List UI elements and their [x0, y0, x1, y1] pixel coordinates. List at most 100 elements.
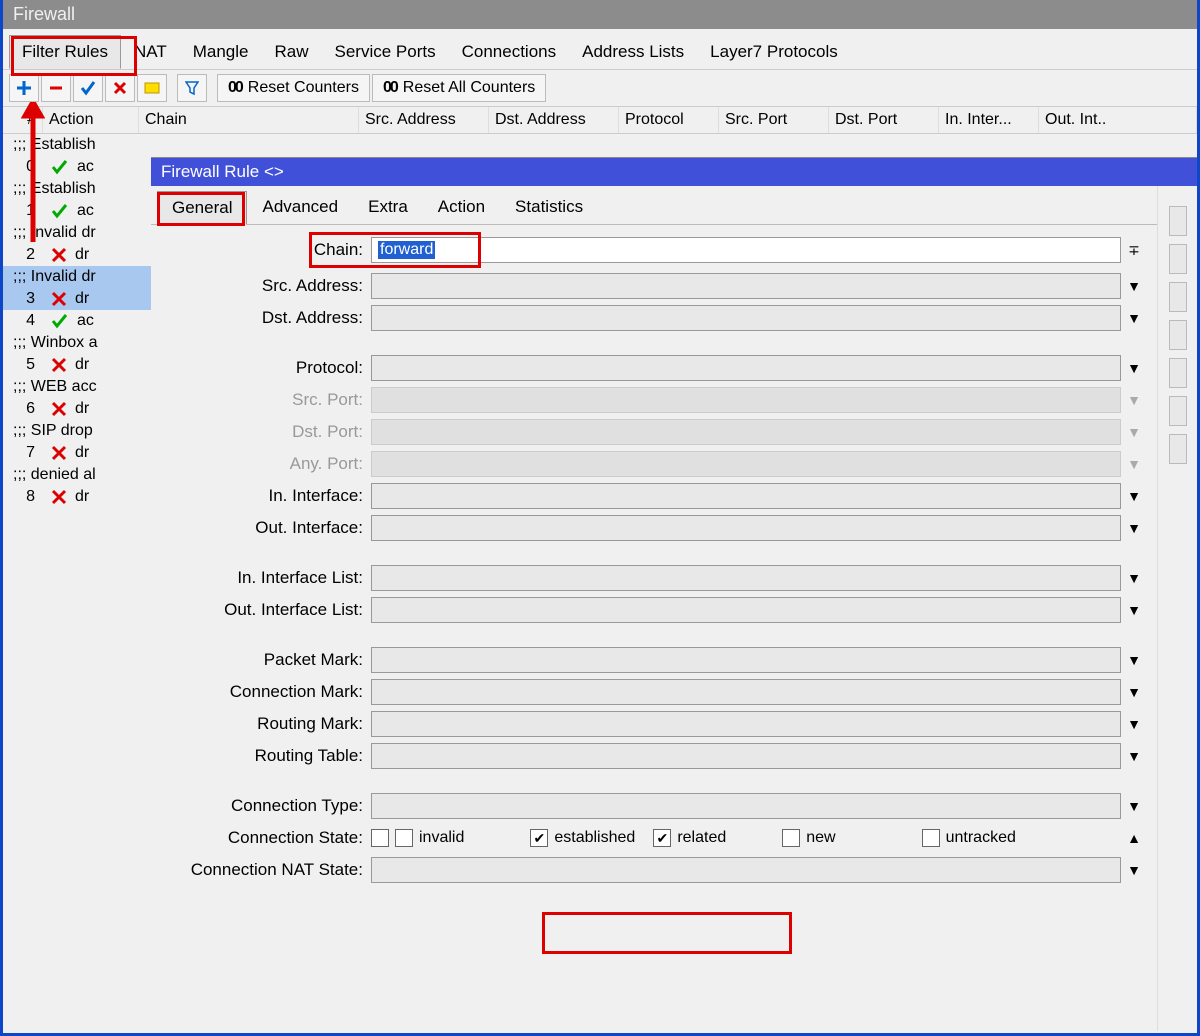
input-packet-mark[interactable]: [371, 647, 1121, 673]
dlg-tab-action[interactable]: Action: [423, 190, 500, 224]
input-chain[interactable]: forward: [371, 237, 1121, 263]
packet-mark-expand-icon[interactable]: ▼: [1121, 647, 1147, 673]
connection-state-group: invalid ✔ established ✔ related new untr…: [371, 829, 1121, 847]
cb-established[interactable]: ✔: [530, 829, 548, 847]
cb-related[interactable]: ✔: [653, 829, 671, 847]
input-connection-nat-state[interactable]: [371, 857, 1121, 883]
filter-button[interactable]: [177, 74, 207, 102]
dialog-title: Firewall Rule <>: [151, 158, 1197, 186]
connection-type-expand-icon[interactable]: ▼: [1121, 793, 1147, 819]
col-action[interactable]: Action: [43, 107, 139, 133]
in-interface-expand-icon[interactable]: ▼: [1121, 483, 1147, 509]
dialog-tabs: General Advanced Extra Action Statistics: [151, 186, 1157, 225]
label-connection-type: Connection Type:: [151, 796, 371, 816]
side-btn-7[interactable]: [1169, 434, 1187, 464]
input-protocol[interactable]: [371, 355, 1121, 381]
drop-icon: [51, 445, 67, 461]
input-dst-port: [371, 419, 1121, 445]
cb-new[interactable]: [782, 829, 800, 847]
disable-button[interactable]: [105, 74, 135, 102]
toolbar: 00Reset Counters 00Reset All Counters: [3, 70, 1197, 107]
input-routing-mark[interactable]: [371, 711, 1121, 737]
cb-established-label: established: [554, 829, 635, 847]
cb-invalid[interactable]: [395, 829, 413, 847]
add-button[interactable]: [9, 74, 39, 102]
label-connection-mark: Connection Mark:: [151, 682, 371, 702]
side-btn-2[interactable]: [1169, 244, 1187, 274]
input-connection-mark[interactable]: [371, 679, 1121, 705]
cb-untracked[interactable]: [922, 829, 940, 847]
tab-layer7[interactable]: Layer7 Protocols: [697, 35, 851, 69]
label-protocol: Protocol:: [151, 358, 371, 378]
out-interface-expand-icon[interactable]: ▼: [1121, 515, 1147, 541]
remove-button[interactable]: [41, 74, 71, 102]
comment-button[interactable]: [137, 74, 167, 102]
connection-state-collapse-icon[interactable]: ▲: [1121, 825, 1147, 851]
dlg-tab-extra[interactable]: Extra: [353, 190, 423, 224]
src-port-expand-icon: ▼: [1121, 387, 1147, 413]
dlg-tab-general[interactable]: General: [157, 191, 247, 225]
any-port-expand-icon: ▼: [1121, 451, 1147, 477]
label-dst-port: Dst. Port:: [151, 422, 371, 442]
accept-icon: [51, 159, 69, 175]
src-address-expand-icon[interactable]: ▼: [1121, 273, 1147, 299]
col-src-port[interactable]: Src. Port: [719, 107, 829, 133]
tab-address-lists[interactable]: Address Lists: [569, 35, 697, 69]
input-out-interface[interactable]: [371, 515, 1121, 541]
tab-nat[interactable]: NAT: [121, 35, 180, 69]
label-connection-state: Connection State:: [151, 828, 371, 848]
input-routing-table[interactable]: [371, 743, 1121, 769]
dlg-tab-advanced[interactable]: Advanced: [247, 190, 353, 224]
in-interface-list-expand-icon[interactable]: ▼: [1121, 565, 1147, 591]
tab-connections[interactable]: Connections: [449, 35, 570, 69]
drop-icon: [51, 247, 67, 263]
reset-all-counters-button[interactable]: 00Reset All Counters: [372, 74, 546, 102]
protocol-expand-icon[interactable]: ▼: [1121, 355, 1147, 381]
label-dst-address: Dst. Address:: [151, 308, 371, 328]
side-btn-3[interactable]: [1169, 282, 1187, 312]
enable-button[interactable]: [73, 74, 103, 102]
drop-icon: [51, 357, 67, 373]
input-in-interface[interactable]: [371, 483, 1121, 509]
input-connection-type[interactable]: [371, 793, 1121, 819]
side-btn-4[interactable]: [1169, 320, 1187, 350]
column-headers: # Action Chain Src. Address Dst. Address…: [3, 107, 1197, 134]
chain-dropdown-icon[interactable]: ∓: [1121, 237, 1147, 263]
col-dst-port[interactable]: Dst. Port: [829, 107, 939, 133]
routing-table-expand-icon[interactable]: ▼: [1121, 743, 1147, 769]
col-num[interactable]: #: [3, 107, 43, 133]
cb-untracked-label: untracked: [946, 829, 1016, 847]
side-btn-6[interactable]: [1169, 396, 1187, 426]
input-out-interface-list[interactable]: [371, 597, 1121, 623]
out-interface-list-expand-icon[interactable]: ▼: [1121, 597, 1147, 623]
col-dst-address[interactable]: Dst. Address: [489, 107, 619, 133]
col-out-interface[interactable]: Out. Int..: [1039, 107, 1197, 133]
input-src-address[interactable]: [371, 273, 1121, 299]
connection-mark-expand-icon[interactable]: ▼: [1121, 679, 1147, 705]
tab-raw[interactable]: Raw: [261, 35, 321, 69]
cb-invalid-not[interactable]: [371, 829, 389, 847]
reset-counters-button[interactable]: 00Reset Counters: [217, 74, 370, 102]
dst-address-expand-icon[interactable]: ▼: [1121, 305, 1147, 331]
col-chain[interactable]: Chain: [139, 107, 359, 133]
label-in-interface: In. Interface:: [151, 486, 371, 506]
tab-mangle[interactable]: Mangle: [180, 35, 262, 69]
dlg-tab-statistics[interactable]: Statistics: [500, 190, 598, 224]
tab-service-ports[interactable]: Service Ports: [322, 35, 449, 69]
col-src-address[interactable]: Src. Address: [359, 107, 489, 133]
side-btn-5[interactable]: [1169, 358, 1187, 388]
routing-mark-expand-icon[interactable]: ▼: [1121, 711, 1147, 737]
label-packet-mark: Packet Mark:: [151, 650, 371, 670]
label-src-port: Src. Port:: [151, 390, 371, 410]
side-btn-1[interactable]: [1169, 206, 1187, 236]
label-chain: Chain:: [151, 240, 371, 260]
connection-nat-state-expand-icon[interactable]: ▼: [1121, 857, 1147, 883]
col-in-interface[interactable]: In. Inter...: [939, 107, 1039, 133]
input-dst-address[interactable]: [371, 305, 1121, 331]
accept-icon: [51, 313, 69, 329]
dialog-side-buttons: [1157, 186, 1197, 1031]
tab-filter-rules[interactable]: Filter Rules: [9, 35, 121, 69]
input-in-interface-list[interactable]: [371, 565, 1121, 591]
col-protocol[interactable]: Protocol: [619, 107, 719, 133]
window-title: Firewall: [3, 0, 1197, 29]
